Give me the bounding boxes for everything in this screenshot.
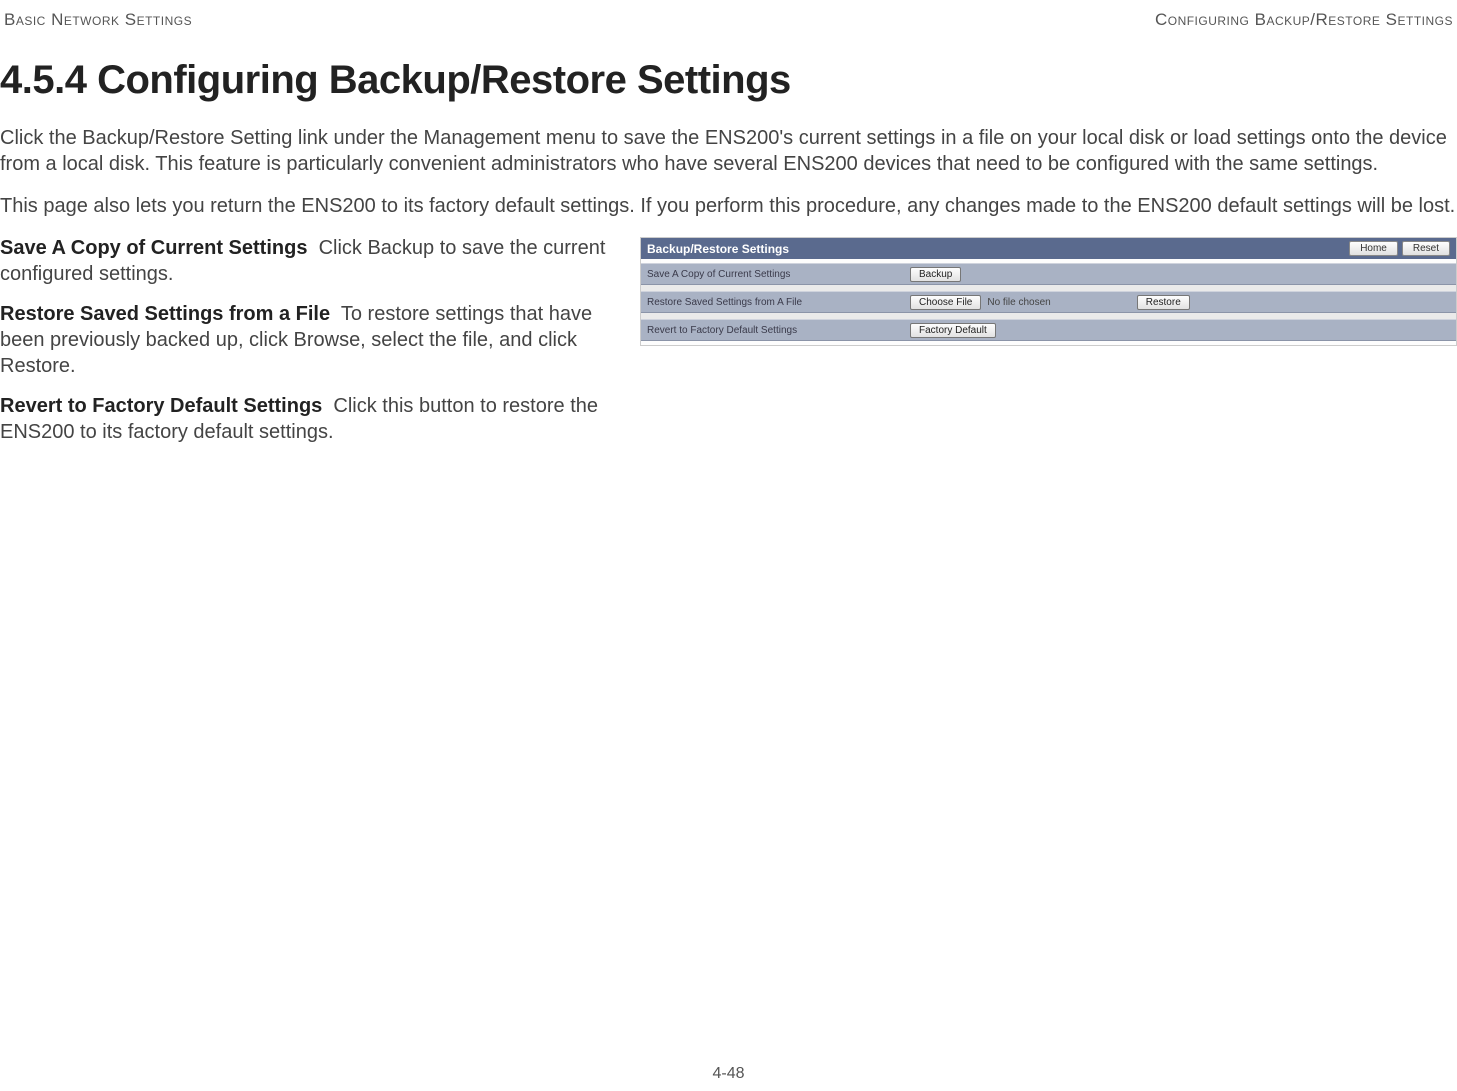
restore-button[interactable]: Restore [1137,295,1190,310]
choose-file-button[interactable]: Choose File [910,295,981,310]
definition-save-term: Save A Copy of Current Settings [0,237,307,259]
row-revert-factory-label: Revert to Factory Default Settings [641,321,906,340]
header-left: Basic Network Settings [4,10,192,30]
intro-paragraph-2: This page also lets you return the ENS20… [0,193,1457,219]
backup-button[interactable]: Backup [910,267,961,282]
definition-restore-term: Restore Saved Settings from a File [0,303,330,325]
panel-header: Backup/Restore Settings Home Reset [641,238,1456,259]
definition-save: Save A Copy of Current Settings Click Ba… [0,235,620,287]
row-restore-file-label: Restore Saved Settings from A File [641,293,906,312]
row-revert-factory: Revert to Factory Default Settings Facto… [641,319,1456,341]
file-chosen-status: No file chosen [987,297,1050,308]
home-button[interactable]: Home [1349,241,1398,256]
definition-revert: Revert to Factory Default Settings Click… [0,393,620,445]
definition-revert-term: Revert to Factory Default Settings [0,395,322,417]
backup-restore-panel: Backup/Restore Settings Home Reset Save … [640,237,1457,346]
row-restore-file: Restore Saved Settings from A File Choos… [641,291,1456,313]
panel-title: Backup/Restore Settings [647,242,789,256]
definition-restore: Restore Saved Settings from a File To re… [0,301,620,379]
factory-default-button[interactable]: Factory Default [910,323,996,338]
section-heading: 4.5.4 Configuring Backup/Restore Setting… [0,58,1457,103]
page-number: 4-48 [0,1065,1457,1083]
reset-button[interactable]: Reset [1402,241,1450,256]
row-save-copy-label: Save A Copy of Current Settings [641,265,906,284]
header-right: Configuring Backup/Restore Settings [1155,10,1453,30]
row-save-copy: Save A Copy of Current Settings Backup [641,263,1456,285]
intro-paragraph-1: Click the Backup/Restore Setting link un… [0,125,1457,177]
